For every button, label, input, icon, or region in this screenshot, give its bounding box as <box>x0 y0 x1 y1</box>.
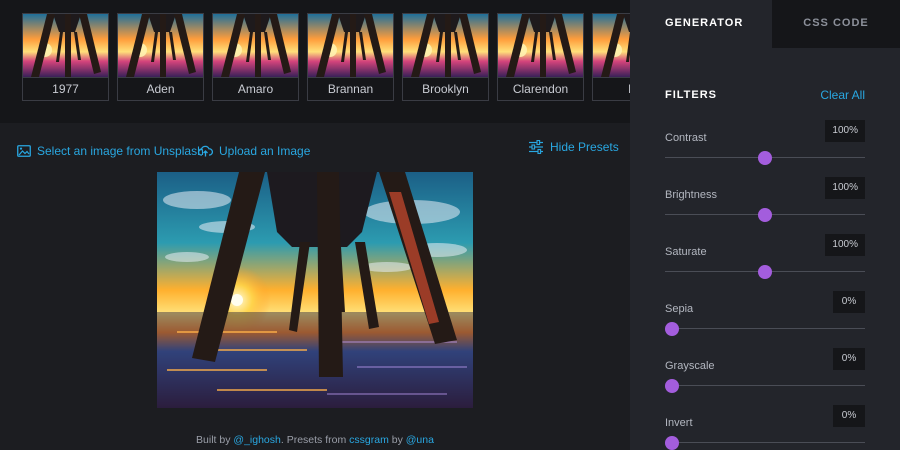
filter-brightness: Brightness 100% <box>665 177 865 227</box>
filter-value-field[interactable]: 0% <box>833 348 865 370</box>
filter-label: Brightness <box>665 189 717 201</box>
preset-thumbnail <box>308 14 393 77</box>
preset-label: Amaro <box>213 77 298 100</box>
slider-thumb[interactable] <box>665 379 679 393</box>
preset-thumbnail <box>23 14 108 77</box>
preset-item[interactable]: Ea <box>592 13 630 101</box>
cssgram-link[interactable]: cssgram <box>349 434 389 446</box>
slider-thumb[interactable] <box>665 322 679 336</box>
slider-track[interactable] <box>665 442 865 443</box>
credits-line: Built by @_ighosh. Presets from cssgram … <box>0 434 630 446</box>
slider-thumb[interactable] <box>758 151 772 165</box>
filter-value-field[interactable]: 100% <box>825 234 865 256</box>
filter-invert: Invert 0% <box>665 405 865 450</box>
filter-label: Contrast <box>665 132 707 144</box>
author-link[interactable]: @_ighosh <box>233 434 280 446</box>
hide-presets-button[interactable]: Hide Presets <box>528 140 619 154</box>
preset-item[interactable]: Clarendon <box>497 13 584 101</box>
preset-thumbnail <box>213 14 298 77</box>
preset-thumbnail <box>403 14 488 77</box>
preset-thumbnail <box>498 14 583 77</box>
filter-sepia: Sepia 0% <box>665 291 865 341</box>
preset-item[interactable]: 1977 <box>22 13 109 101</box>
filter-label: Invert <box>665 417 693 429</box>
slider-track[interactable] <box>665 385 865 386</box>
preset-label: 1977 <box>23 77 108 100</box>
slider-track[interactable] <box>665 328 865 329</box>
credits-by: by <box>391 434 403 446</box>
upload-image-link[interactable]: Upload an Image <box>198 144 310 158</box>
credits-middle: . Presets from <box>280 434 347 446</box>
presets-strip: 1977 Aden Amaro Brannan Brooklyn Clarendon Ea <box>0 0 630 123</box>
preset-item[interactable]: Amaro <box>212 13 299 101</box>
generator-panel: GENERATOR CSS CODE FILTERS Clear All Con… <box>630 0 900 450</box>
preset-item[interactable]: Brannan <box>307 13 394 101</box>
preset-label: Brannan <box>308 77 393 100</box>
unsplash-link-label: Select an image from Unsplash <box>37 144 204 158</box>
filter-value-field[interactable]: 0% <box>833 291 865 313</box>
preset-item[interactable]: Aden <box>117 13 204 101</box>
filter-saturate: Saturate 100% <box>665 234 865 284</box>
tab-css-code[interactable]: CSS CODE <box>772 0 900 48</box>
filter-label: Grayscale <box>665 360 715 372</box>
una-link[interactable]: @una <box>406 434 434 446</box>
cloud-upload-icon <box>198 145 213 157</box>
sliders-icon <box>529 140 543 154</box>
filter-contrast: Contrast 100% <box>665 120 865 170</box>
main-area: Select an image from Unsplash Upload an … <box>0 123 630 450</box>
credits-prefix: Built by <box>196 434 231 446</box>
preset-label: Brooklyn <box>403 77 488 100</box>
preview-image <box>157 172 473 408</box>
preset-thumbnail <box>593 14 630 77</box>
unsplash-link[interactable]: Select an image from Unsplash <box>17 144 204 158</box>
filter-grayscale: Grayscale 0% <box>665 348 865 398</box>
preset-label: Aden <box>118 77 203 100</box>
slider-thumb[interactable] <box>665 436 679 450</box>
slider-thumb[interactable] <box>758 265 772 279</box>
preset-thumbnail <box>118 14 203 77</box>
preset-label: Clarendon <box>498 77 583 100</box>
image-icon <box>17 145 31 157</box>
app-root: 1977AdenAmaroBrannanBrooklynClarendonEa … <box>0 0 900 450</box>
preset-label: Ea <box>593 77 630 100</box>
filter-label: Sepia <box>665 303 694 315</box>
filter-value-field[interactable]: 0% <box>833 405 865 427</box>
filter-label: Saturate <box>665 246 707 258</box>
hide-presets-label: Hide Presets <box>550 140 619 154</box>
slider-thumb[interactable] <box>758 208 772 222</box>
clear-all-button[interactable]: Clear All <box>820 88 865 102</box>
tab-generator[interactable]: GENERATOR <box>630 0 772 48</box>
filters-heading: FILTERS <box>665 89 718 101</box>
panel-tabs: GENERATOR CSS CODE <box>630 0 900 48</box>
filter-value-field[interactable]: 100% <box>825 177 865 199</box>
filter-value-field[interactable]: 100% <box>825 120 865 142</box>
preset-item[interactable]: Brooklyn <box>402 13 489 101</box>
upload-image-label: Upload an Image <box>219 144 311 158</box>
